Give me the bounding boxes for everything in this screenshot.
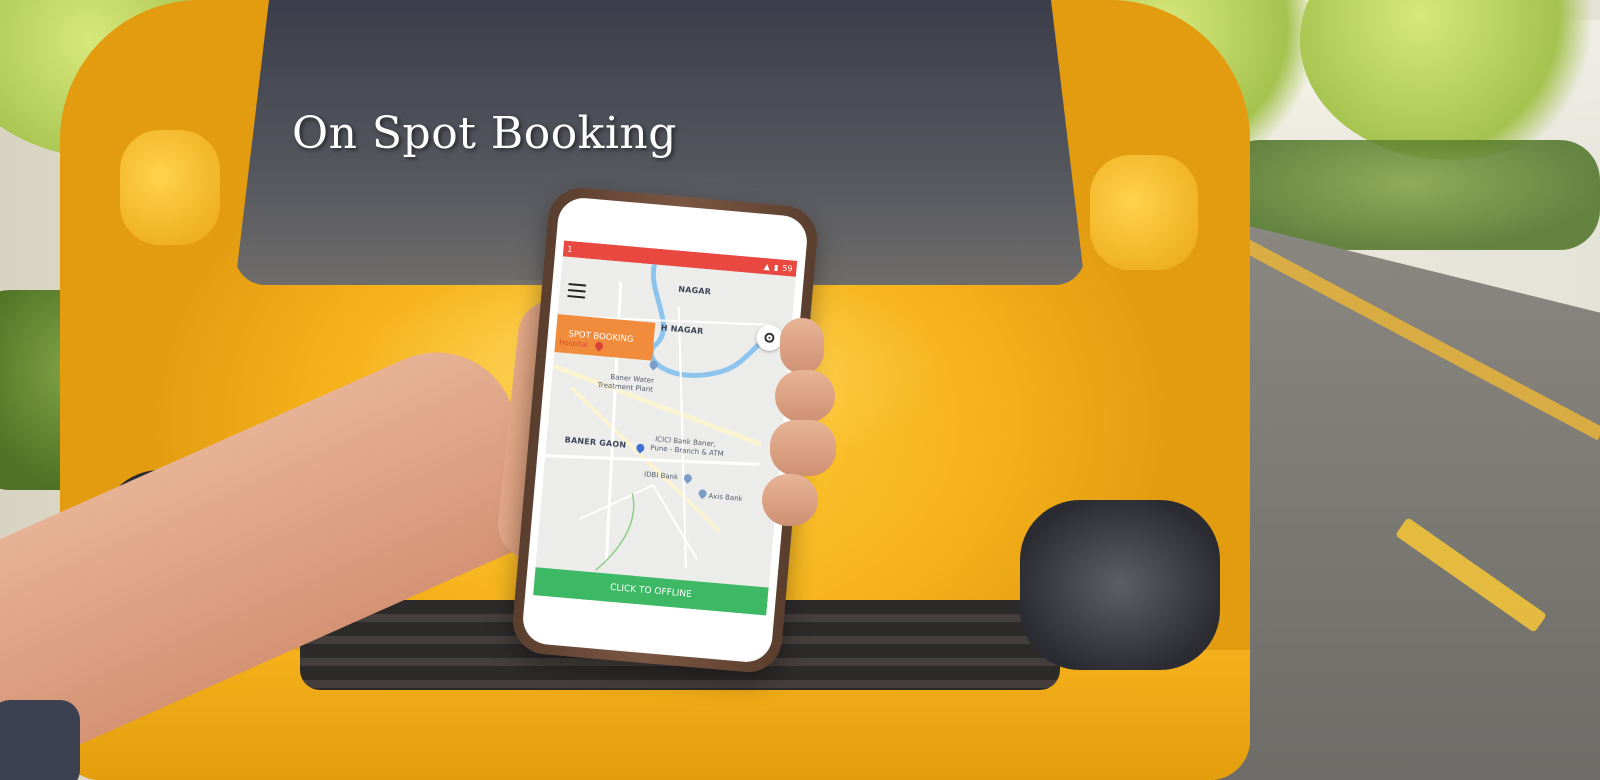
- hero-scene: On Spot Booking 1 ▲ ▮ 59 SPOT BOOKING NA…: [0, 0, 1600, 780]
- map-view[interactable]: SPOT BOOKING NAGAR H NAGAR Hospital Bane…: [535, 256, 796, 592]
- page-headline: On Spot Booking: [292, 108, 677, 159]
- phone-bezel: 1 ▲ ▮ 59 SPOT BOOKING NAGAR H NAGAR Hosp…: [520, 195, 810, 665]
- map-roads: [545, 263, 773, 572]
- hand-finger: [770, 420, 836, 476]
- status-indicators: ▲ ▮ 59: [764, 262, 793, 273]
- status-left-text: 1: [567, 244, 573, 254]
- car-headlight-right: [1020, 500, 1220, 670]
- app-screen: 1 ▲ ▮ 59 SPOT BOOKING NAGAR H NAGAR Hosp…: [533, 240, 798, 616]
- menu-icon[interactable]: [567, 283, 587, 299]
- car-side-mirror-left: [120, 130, 220, 245]
- hand-finger: [762, 474, 818, 526]
- battery-icon: ▮: [773, 262, 779, 272]
- car-side-mirror-right: [1090, 155, 1198, 270]
- hand-finger: [780, 318, 824, 374]
- sleeve: [0, 700, 80, 780]
- hand-finger: [775, 370, 835, 422]
- battery-level: 59: [782, 263, 793, 273]
- signal-icon: ▲: [763, 261, 771, 272]
- smartphone: 1 ▲ ▮ 59 SPOT BOOKING NAGAR H NAGAR Hosp…: [510, 185, 820, 675]
